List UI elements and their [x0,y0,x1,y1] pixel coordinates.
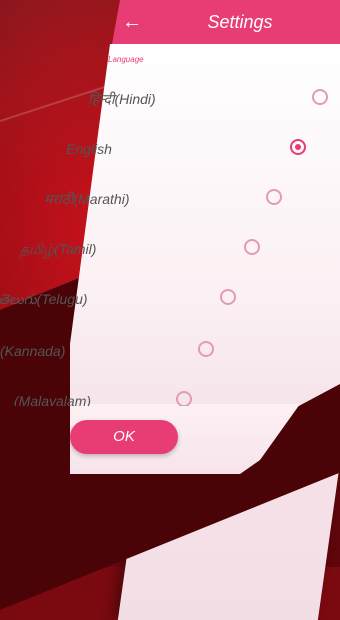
arrow-left-icon[interactable]: ← [120,10,144,34]
language-option-tamil[interactable]: தமிழ்(Tamil) [0,234,340,264]
language-option-marathi[interactable]: मराठी(Marathi) [0,184,340,214]
language-label: தமிழ்(Tamil) [20,234,96,264]
language-label: हिन्दी(Hindi) [88,84,156,114]
page-title: Settings [180,12,300,33]
language-label: (Kannada) [0,336,65,366]
language-option-hindi[interactable]: हिन्दी(Hindi) [0,84,340,114]
language-label: English [66,134,112,164]
radio-button[interactable] [198,341,214,357]
radio-button[interactable] [312,89,328,105]
radio-button[interactable] [220,289,236,305]
language-option-malayalam[interactable]: (Malayalam) [0,386,340,406]
language-label: తెలుగు(Telugu) [0,284,88,314]
radio-button[interactable] [266,189,282,205]
radio-button[interactable] [176,391,192,406]
language-option-english[interactable]: English [0,134,340,164]
language-option-telugu[interactable]: తెలుగు(Telugu) [0,284,340,314]
radio-button-selected[interactable] [290,139,306,155]
language-option-kannada[interactable]: (Kannada) [0,336,340,366]
section-label-language: Language [108,55,144,64]
language-label: मराठी(Marathi) [44,184,130,214]
language-label: (Malayalam) [14,386,91,406]
radio-button[interactable] [244,239,260,255]
settings-dialog: ← Settings Language हिन्दी(Hindi) Englis… [0,0,340,567]
ok-button[interactable]: OK [70,420,178,454]
